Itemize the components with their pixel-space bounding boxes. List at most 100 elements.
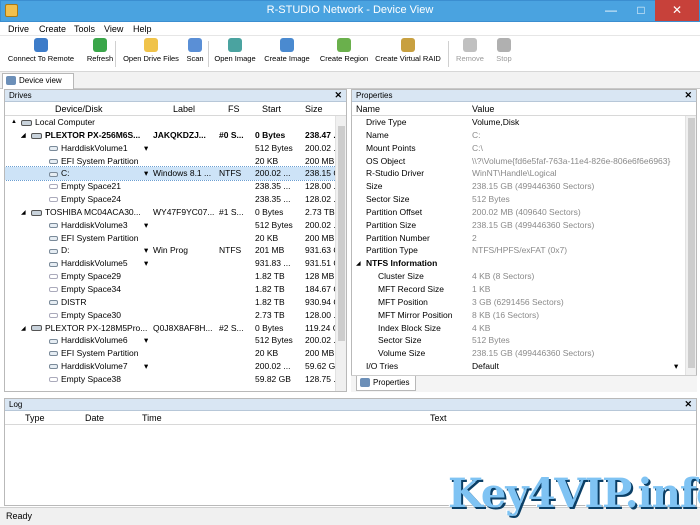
drive-tree-row[interactable]: EFI System Partition 20 KB 200 MB [5, 232, 346, 245]
property-row[interactable]: Partition Number 2 [352, 232, 696, 245]
menu-create[interactable]: Create [39, 24, 66, 34]
property-row[interactable]: Drive Type Volume,Disk [352, 116, 696, 129]
property-row[interactable]: Sector Size 512 Bytes [352, 334, 696, 347]
tab-device-view[interactable]: Device view [2, 73, 74, 89]
stop-button[interactable]: Stop [492, 38, 516, 70]
refresh-button[interactable]: Refresh [80, 38, 120, 70]
maximize-button[interactable]: □ [626, 0, 656, 21]
property-row[interactable]: Cluster Size 4 KB (8 Sectors) [352, 270, 696, 283]
dropdown-arrow-icon[interactable]: ▾ [144, 143, 148, 154]
drive-name-text: TOSHIBA MC04ACA30... [45, 206, 141, 217]
menu-tools[interactable]: Tools [74, 24, 95, 34]
property-row[interactable]: MFT Record Size 1 KB [352, 283, 696, 296]
property-row[interactable]: ◢ NTFS Information [352, 257, 696, 270]
drive-tree-row[interactable]: HarddiskVolume1 ▾ 512 Bytes 200.02 ... [5, 142, 346, 155]
dropdown-arrow-icon[interactable]: ▾ [144, 335, 148, 346]
drive-tree-row[interactable]: D: ▾ Win Prog NTFS 201 MB 931.63 GB [5, 244, 346, 257]
properties-scrollbar[interactable] [685, 116, 696, 391]
scan-button[interactable]: Scan [181, 38, 209, 70]
drive-tree-row[interactable]: EFI System Partition 20 KB 200 MB [5, 155, 346, 168]
drive-tree-row[interactable]: EFI System Partition 20 KB 200 MB [5, 347, 346, 360]
properties-close-icon[interactable]: ✕ [684, 90, 692, 101]
dropdown-arrow-icon[interactable]: ▾ [144, 245, 148, 256]
column-start[interactable]: Start [262, 104, 281, 114]
property-row[interactable]: Partition Type NTFS/HPFS/exFAT (0x7) [352, 244, 696, 257]
dropdown-arrow-icon[interactable]: ▾ [144, 361, 148, 372]
drive-tree-row[interactable]: ◢ TOSHIBA MC04ACA30... WY47F9YC07... #1 S..… [5, 206, 346, 219]
tab-properties[interactable]: Properties [356, 376, 416, 391]
create-virtual-raid-button[interactable]: Create Virtual RAID [373, 38, 443, 70]
column-device-disk[interactable]: Device/Disk [55, 104, 103, 114]
raid-icon [401, 38, 415, 52]
cell-label: Win Prog [153, 245, 188, 256]
property-row[interactable]: Name C: [352, 129, 696, 142]
menu-help[interactable]: Help [133, 24, 152, 34]
drive-tree-row[interactable]: Empty Space34 1.82 TB 184.67 GB [5, 283, 346, 296]
column-size[interactable]: Size [305, 104, 323, 114]
property-row[interactable]: MFT Position 3 GB (6291456 Sectors) [352, 296, 696, 309]
property-row[interactable]: Partition Size 238.15 GB (499446360 Secto… [352, 219, 696, 232]
property-row[interactable]: I/O Tries Default ▾ [352, 360, 696, 373]
expand-toggle-icon[interactable]: ◢ [21, 325, 26, 332]
expand-toggle-icon[interactable]: ◢ [21, 209, 26, 216]
column-label[interactable]: Label [173, 104, 195, 114]
drive-tree-row[interactable]: Empty Space30 2.73 TB 128.00 ... [5, 309, 346, 322]
drive-tree-row[interactable]: HarddiskVolume6 ▾ 512 Bytes 200.02 ... [5, 334, 346, 347]
drive-tree-row[interactable]: C: ▾ Windows 8.1 ... NTFS 200.02 ... 238.15 G… [5, 166, 346, 182]
column-date[interactable]: Date [85, 413, 104, 423]
property-row[interactable]: Size 238.15 GB (499446360 Sectors) [352, 180, 696, 193]
drive-name-text: EFI System Partition [61, 232, 139, 243]
column-value[interactable]: Value [472, 104, 494, 114]
disk-icon [49, 158, 58, 164]
drive-tree-row[interactable]: Empty Space38 59.82 GB 128.75 ... [5, 373, 346, 386]
expand-toggle-icon[interactable]: ▲ [11, 119, 17, 125]
property-row[interactable]: Partition Offset 200.02 MB (409640 Sector… [352, 206, 696, 219]
connect-to-remote-button[interactable]: Connect To Remote [6, 38, 76, 70]
column-time[interactable]: Time [142, 413, 162, 423]
drive-tree-row[interactable]: ▲ Local Computer [5, 116, 346, 129]
create-image-button[interactable]: Create Image [261, 38, 313, 70]
create-region-button[interactable]: Create Region [316, 38, 372, 70]
drive-tree-row[interactable]: DISTR 1.82 TB 930.94 GB [5, 296, 346, 309]
properties-scrollbar-thumb[interactable] [688, 118, 695, 368]
property-row[interactable]: R-Studio Driver WinNT\Handle\Logical [352, 167, 696, 180]
dropdown-arrow-icon[interactable]: ▾ [674, 361, 678, 372]
dropdown-arrow-icon[interactable]: ▾ [144, 220, 148, 231]
property-row[interactable]: OS Object \\?\Volume{fd6e5faf-763a-11e4-8… [352, 155, 696, 168]
drive-tree-row[interactable]: HarddiskVolume3 ▾ 512 Bytes 200.02 ... [5, 219, 346, 232]
drive-tree-row[interactable]: HarddiskVolume7 ▾ 200.02 ... 59.62 GB [5, 360, 346, 373]
close-button[interactable]: ✕ [655, 0, 699, 21]
property-row[interactable]: MFT Mirror Position 8 KB (16 Sectors) [352, 309, 696, 322]
expand-toggle-icon[interactable]: ◢ [21, 132, 26, 139]
property-row[interactable]: Mount Points C:\ [352, 142, 696, 155]
drive-tree-row[interactable]: Empty Space21 238.35 ... 128.00 ... [5, 180, 346, 193]
expand-toggle-icon[interactable]: ◢ [356, 260, 361, 267]
toolbar-separator [208, 41, 209, 67]
view-tab-strip [0, 72, 700, 89]
menu-drive[interactable]: Drive [8, 24, 29, 34]
drive-tree-row[interactable]: ◢ PLEXTOR PX-128M5Pro... Q0J8X8AF8H... #2 S… [5, 322, 346, 335]
drives-scrollbar[interactable] [335, 116, 346, 391]
log-close-icon[interactable]: ✕ [684, 399, 692, 410]
remove-button[interactable]: Remove [452, 38, 488, 70]
column-name[interactable]: Name [356, 104, 380, 114]
column-type[interactable]: Type [25, 413, 45, 423]
drive-tree-row[interactable]: Empty Space29 1.82 TB 128 MB [5, 270, 346, 283]
drive-tree-row[interactable]: Empty Space24 238.35 ... 128.02 ... [5, 193, 346, 206]
open-image-button[interactable]: Open Image [212, 38, 258, 70]
column-text[interactable]: Text [430, 413, 447, 423]
log-column-header: Type Date Time Text [5, 411, 696, 425]
drives-close-icon[interactable]: ✕ [334, 90, 342, 101]
drive-tree-row[interactable]: HarddiskVolume5 ▾ 931.83 ... 931.51 GB [5, 257, 346, 270]
drive-tree-row[interactable]: ◢ PLEXTOR PX-256M6S... JAKQKDZJ... #0 S... 0… [5, 129, 346, 142]
property-row[interactable]: Index Block Size 4 KB [352, 322, 696, 335]
open-drive-files-button[interactable]: Open Drive Files [119, 38, 183, 70]
drives-scrollbar-thumb[interactable] [338, 126, 345, 341]
menu-view[interactable]: View [104, 24, 123, 34]
column-fs[interactable]: FS [228, 104, 240, 114]
property-row[interactable]: Volume Size 238.15 GB (499446360 Sectors) [352, 347, 696, 360]
property-row[interactable]: Sector Size 512 Bytes [352, 193, 696, 206]
minimize-button[interactable]: — [596, 0, 626, 21]
dropdown-arrow-icon[interactable]: ▾ [144, 258, 148, 269]
dropdown-arrow-icon[interactable]: ▾ [144, 168, 148, 179]
